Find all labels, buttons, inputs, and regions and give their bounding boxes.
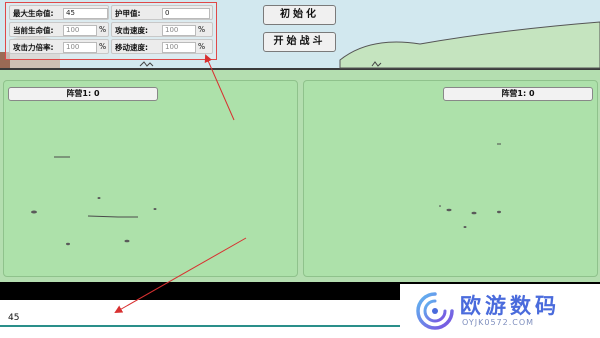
move-speed-label: 移动速度:	[115, 43, 148, 52]
team-right-score: 阵营1: 0	[443, 87, 593, 101]
armor-input[interactable]: 0	[162, 8, 210, 19]
pebble	[463, 226, 467, 228]
pebble	[124, 239, 130, 243]
attack-speed-label: 攻击速度:	[115, 26, 148, 35]
start-battle-button[interactable]: 开始战斗	[263, 32, 336, 52]
max-hp-label: 最大生命值:	[13, 9, 54, 18]
attack-speed-unit: %	[198, 25, 206, 34]
attack-mult-unit: %	[99, 42, 107, 51]
armor-label: 护甲值:	[115, 9, 141, 18]
grass-line	[87, 215, 138, 218]
move-speed-input[interactable]: 100	[162, 42, 196, 53]
attack-speed-input[interactable]: 100	[162, 25, 196, 36]
init-button[interactable]: 初始化	[263, 5, 336, 25]
current-hp-unit: %	[99, 25, 107, 34]
game-canvas[interactable]: 阵营1: 0 阵营1: 0 最大生命值: 45 护甲值: 0 当前生命值: 10…	[0, 0, 600, 300]
pebble	[97, 197, 101, 199]
pebble	[66, 242, 70, 246]
watermark-logo-icon	[416, 292, 454, 330]
pebble	[497, 210, 501, 214]
attack-speed-cell: 攻击速度: 100 %	[111, 22, 213, 37]
console-underline	[0, 325, 400, 327]
current-hp-cell: 当前生命值: 100 %	[9, 22, 109, 37]
move-speed-cell: 移动速度: 100 %	[111, 39, 213, 54]
current-hp-input[interactable]: 100	[63, 25, 97, 36]
max-hp-cell: 最大生命值: 45	[9, 5, 109, 20]
max-hp-input[interactable]: 45	[63, 8, 108, 19]
pebble	[31, 210, 37, 214]
watermark-text: 欧游数码	[460, 294, 560, 318]
attack-mult-label: 攻击力倍率:	[13, 43, 54, 52]
move-speed-unit: %	[198, 42, 206, 51]
pebble	[439, 205, 441, 207]
attack-mult-cell: 攻击力倍率: 100 %	[9, 39, 109, 54]
current-hp-label: 当前生命值:	[13, 26, 54, 35]
team-left-score: 阵营1: 0	[8, 87, 158, 101]
armor-cell: 护甲值: 0	[111, 5, 213, 20]
console-output: 45	[8, 313, 20, 323]
pebble	[446, 208, 452, 212]
watermark: 欧游数码 OYJK0572.COM	[400, 284, 600, 338]
pebble	[153, 208, 157, 210]
watermark-subtext: OYJK0572.COM	[462, 318, 535, 327]
settings-panel: 最大生命值: 45 护甲值: 0 当前生命值: 100 % 攻击速度: 100 …	[5, 2, 217, 60]
attack-mult-input[interactable]: 100	[63, 42, 97, 53]
pebble	[471, 211, 477, 215]
